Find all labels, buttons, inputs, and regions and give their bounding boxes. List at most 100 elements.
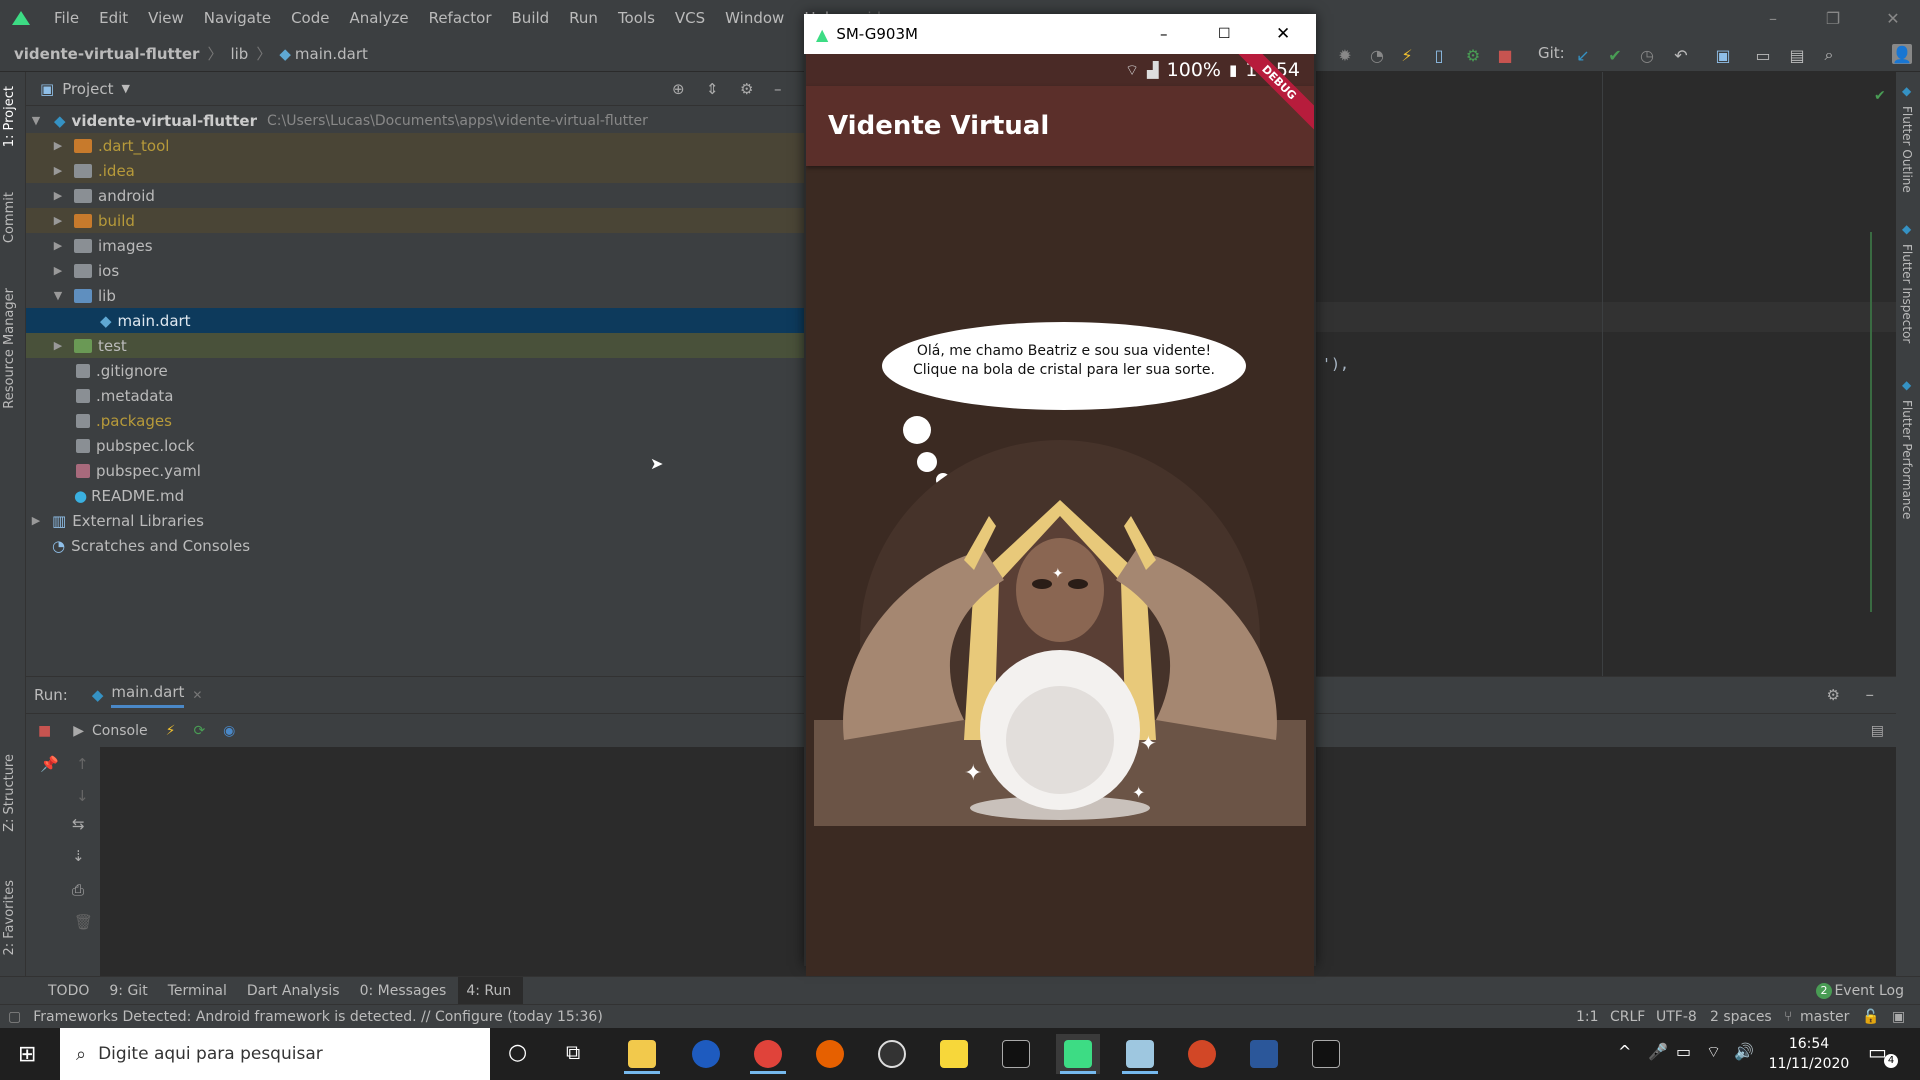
- tree-item-idea[interactable]: ▶ .idea: [26, 158, 804, 183]
- stop-icon[interactable]: ■: [1494, 44, 1516, 66]
- task-view-icon[interactable]: ⧉: [566, 1040, 580, 1064]
- attach-debugger-icon[interactable]: ▯: [1428, 44, 1450, 66]
- console-taskbar-icon[interactable]: [1304, 1034, 1348, 1074]
- tab-structure[interactable]: Z: Structure: [2, 754, 17, 832]
- tab-git[interactable]: 9: Git: [101, 983, 159, 999]
- terminal-window-icon[interactable]: [994, 1034, 1038, 1074]
- tab-flutter-outline[interactable]: Flutter Outline: [1900, 106, 1914, 193]
- tree-item-lib[interactable]: ▼ lib: [26, 283, 804, 308]
- tab-todo[interactable]: TODO: [40, 983, 101, 999]
- tree-item-external-libraries[interactable]: ▶ ▥ External Libraries: [26, 508, 804, 533]
- word-icon[interactable]: [1242, 1034, 1286, 1074]
- ide-close-icon[interactable]: ✕: [1870, 0, 1916, 36]
- menu-vcs[interactable]: VCS: [665, 0, 715, 36]
- status-message[interactable]: Frameworks Detected: Android framework i…: [33, 1009, 603, 1025]
- menu-run[interactable]: Run: [559, 0, 608, 36]
- layout-icon[interactable]: ▤: [1871, 723, 1884, 739]
- hot-restart-icon[interactable]: ⟳: [193, 723, 205, 739]
- run-settings-gear-icon[interactable]: ⚙: [1827, 686, 1840, 704]
- scroll-up-icon[interactable]: ↑: [76, 755, 89, 773]
- locate-file-icon[interactable]: ⊕: [672, 80, 685, 98]
- git-history-icon[interactable]: ◷: [1636, 44, 1658, 66]
- menu-refactor[interactable]: Refactor: [419, 0, 502, 36]
- tree-item-pubspec-lock[interactable]: pubspec.lock: [26, 433, 804, 458]
- tree-item-build[interactable]: ▶ build: [26, 208, 804, 233]
- pin-icon[interactable]: 📌: [40, 755, 59, 773]
- breadcrumb-main-dart[interactable]: main.dart: [295, 45, 368, 63]
- fortune-teller-illustration[interactable]: ✦ ✦ ✦ ✦: [814, 320, 1306, 826]
- tab-terminal[interactable]: Terminal: [160, 983, 239, 999]
- apply-changes-icon[interactable]: ⚙: [1462, 44, 1484, 66]
- android-studio-taskbar-icon[interactable]: [1056, 1034, 1100, 1074]
- tab-messages[interactable]: 0: Messages: [352, 983, 459, 999]
- git-update-icon[interactable]: ↙: [1572, 44, 1594, 66]
- tree-item-packages[interactable]: .packages: [26, 408, 804, 433]
- hot-reload-icon[interactable]: ⚡: [166, 723, 176, 739]
- powerpoint-icon[interactable]: [1180, 1034, 1224, 1074]
- collapse-all-icon[interactable]: ⇕: [706, 80, 719, 98]
- battery-tray-icon[interactable]: ▭: [1676, 1042, 1691, 1061]
- scroll-to-end-icon[interactable]: ⇣: [72, 847, 85, 865]
- tree-item-metadata[interactable]: .metadata: [26, 383, 804, 408]
- console-tab[interactable]: Console: [92, 723, 148, 739]
- device-manager-icon[interactable]: ▭: [1752, 44, 1774, 66]
- profile-icon[interactable]: ◔: [1366, 44, 1388, 66]
- wifi-tray-icon[interactable]: ⌔: [1706, 1042, 1721, 1062]
- taskbar-clock[interactable]: 16:54 11/11/2020: [1766, 1034, 1852, 1074]
- taskbar-search-box[interactable]: ⌕ Digite aqui para pesquisar: [60, 1028, 490, 1080]
- tab-favorites[interactable]: 2: Favorites: [2, 880, 17, 956]
- obs-icon[interactable]: [870, 1034, 914, 1074]
- volume-icon[interactable]: 🔊: [1734, 1042, 1754, 1061]
- code-editor[interactable]: '), ✔: [1316, 72, 1896, 676]
- firefox-icon[interactable]: [808, 1034, 852, 1074]
- menu-view[interactable]: View: [138, 0, 194, 36]
- expand-arrow-icon[interactable]: ▶: [50, 189, 66, 202]
- tree-item-android[interactable]: ▶ android: [26, 183, 804, 208]
- line-separator[interactable]: CRLF: [1610, 1009, 1645, 1025]
- tree-item-dart-tool[interactable]: ▶ .dart_tool: [26, 133, 804, 158]
- tree-item-gitignore[interactable]: .gitignore: [26, 358, 804, 383]
- close-tab-icon[interactable]: ✕: [192, 688, 202, 702]
- soft-wrap-icon[interactable]: ⇆: [72, 815, 85, 833]
- git-commit-icon[interactable]: ✔: [1604, 44, 1626, 66]
- git-rollback-icon[interactable]: ↶: [1670, 44, 1692, 66]
- tree-item-test[interactable]: ▶ test: [26, 333, 804, 358]
- stop-run-icon[interactable]: ■: [38, 723, 51, 739]
- menu-file[interactable]: File: [44, 0, 89, 36]
- search-everywhere-icon[interactable]: ⌕: [1818, 44, 1840, 66]
- indent-setting[interactable]: 2 spaces: [1710, 1009, 1772, 1025]
- tree-root[interactable]: ▼ ◆ vidente-virtual-flutter C:\Users\Luc…: [26, 108, 804, 133]
- tab-flutter-performance[interactable]: Flutter Performance: [1900, 400, 1914, 519]
- menu-navigate[interactable]: Navigate: [194, 0, 281, 36]
- project-structure-icon[interactable]: ▣: [1712, 44, 1734, 66]
- tree-item-scratches[interactable]: ◔ Scratches and Consoles: [26, 533, 804, 558]
- tree-item-ios[interactable]: ▶ ios: [26, 258, 804, 283]
- git-branch[interactable]: master: [1800, 1009, 1849, 1025]
- expand-arrow-icon[interactable]: ▶: [50, 164, 66, 177]
- emulator-close-icon[interactable]: ✕: [1276, 24, 1290, 44]
- microphone-icon[interactable]: 🎤: [1648, 1042, 1668, 1061]
- editor-scrollbar[interactable]: [1870, 232, 1872, 612]
- devtools-icon[interactable]: ◉: [223, 723, 235, 739]
- memory-indicator-icon[interactable]: ▣: [1892, 1009, 1905, 1025]
- tab-commit[interactable]: Commit: [2, 192, 17, 243]
- ide-minimize-icon[interactable]: –: [1750, 0, 1796, 36]
- collapse-arrow-icon[interactable]: ▼: [50, 289, 66, 302]
- tab-project[interactable]: 1: Project: [2, 86, 17, 147]
- menu-window[interactable]: Window: [715, 0, 794, 36]
- lock-icon[interactable]: 🔓: [1862, 1009, 1879, 1025]
- expand-arrow-icon[interactable]: ▶: [50, 264, 66, 277]
- expand-arrow-icon[interactable]: ▶: [50, 239, 66, 252]
- status-toggle-icon[interactable]: ▢: [8, 1009, 21, 1025]
- menu-code[interactable]: Code: [281, 0, 339, 36]
- event-log-button[interactable]: Event Log: [1834, 983, 1904, 999]
- mail-app-icon[interactable]: [684, 1034, 728, 1074]
- tree-item-main-dart[interactable]: ◆ main.dart: [26, 308, 804, 333]
- hide-run-panel-icon[interactable]: –: [1866, 685, 1875, 705]
- cortana-icon[interactable]: ○: [508, 1040, 527, 1065]
- file-explorer-icon[interactable]: [620, 1034, 664, 1074]
- chevron-down-icon[interactable]: ▼: [122, 82, 130, 95]
- windows-start-icon[interactable]: ⊞: [18, 1042, 36, 1067]
- fireworks-icon[interactable]: [932, 1034, 976, 1074]
- run-tab-main-dart[interactable]: main.dart: [111, 683, 185, 708]
